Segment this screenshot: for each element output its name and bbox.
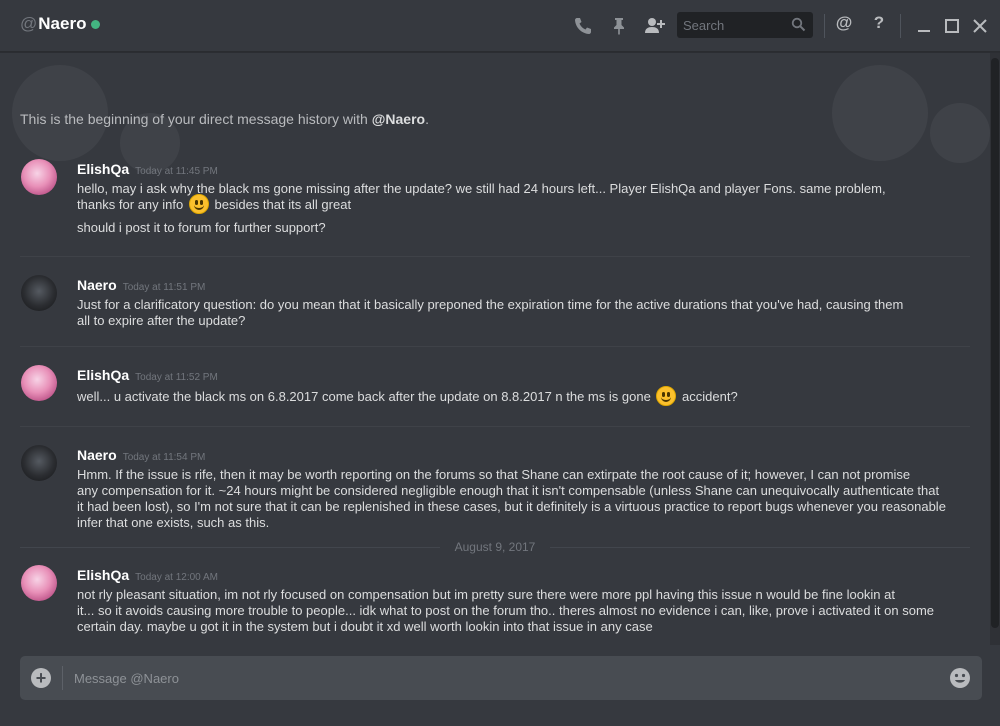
header-divider <box>824 14 825 38</box>
smiley-emoji-icon <box>188 194 209 215</box>
message-content: not rly pleasant situation, im not rly f… <box>77 587 935 634</box>
intro-handle: @Naero <box>371 111 426 127</box>
phone-icon[interactable] <box>571 14 595 38</box>
message-author[interactable]: ElishQa Today at 11:45 PM <box>77 161 218 177</box>
smiley-emoji-icon <box>656 386 677 407</box>
window-controls-divider <box>900 14 901 38</box>
message-content: Just for a clarificatory question: do yo… <box>77 297 904 328</box>
search-icon[interactable] <box>791 17 806 37</box>
date-divider: August 9, 2017 <box>20 540 970 554</box>
message-content: well... u activate the black ms on 6.8.2… <box>77 386 962 407</box>
search-input[interactable] <box>683 17 787 33</box>
message-timestamp: Today at 11:51 PM <box>122 282 206 293</box>
message-timestamp: Today at 12:00 AM <box>135 572 218 583</box>
dm-intro-text: This is the beginning of your direct mes… <box>20 111 429 127</box>
avatar[interactable] <box>21 445 57 481</box>
message-list[interactable]: This is the beginning of your direct mes… <box>0 53 990 645</box>
message-separator <box>20 426 970 427</box>
message-content: Hmm. If the issue is rife, then it may b… <box>77 467 946 530</box>
close-icon[interactable] <box>968 14 992 38</box>
mention-icon[interactable]: @ <box>834 13 854 33</box>
message-timestamp: Today at 11:45 PM <box>135 166 218 177</box>
search-box[interactable] <box>677 12 813 38</box>
message-author[interactable]: Naero Today at 11:51 PM <box>77 277 205 293</box>
maximize-icon[interactable] <box>940 14 964 38</box>
help-icon[interactable]: ? <box>869 13 889 33</box>
avatar[interactable] <box>21 565 57 601</box>
avatar[interactable] <box>21 365 57 401</box>
message-content: hello, may i ask why the black ms gone m… <box>77 181 886 236</box>
dm-title: @ Naero <box>20 14 101 34</box>
pin-icon[interactable] <box>607 14 631 38</box>
avatar[interactable] <box>21 159 57 195</box>
message-separator <box>20 256 970 257</box>
scrollbar-thumb[interactable] <box>991 58 999 628</box>
online-status-dot <box>91 20 101 29</box>
dm-username: Naero <box>38 14 87 33</box>
message-separator <box>20 346 970 347</box>
message-timestamp: Today at 11:54 PM <box>122 452 206 463</box>
composer-divider <box>62 666 63 690</box>
message-author[interactable]: ElishQa Today at 12:00 AM <box>77 567 218 583</box>
add-user-icon[interactable] <box>643 14 667 38</box>
message-author[interactable]: ElishQa Today at 11:52 PM <box>77 367 218 383</box>
minimize-icon[interactable] <box>912 14 936 38</box>
channel-header: @ Naero @ ? <box>0 0 1000 52</box>
at-symbol: @ <box>20 14 38 33</box>
avatar[interactable] <box>21 275 57 311</box>
emoji-picker-icon[interactable] <box>949 667 971 694</box>
message-author[interactable]: Naero Today at 11:54 PM <box>77 447 205 463</box>
add-attachment-icon[interactable]: + <box>31 668 51 688</box>
message-composer: + <box>20 656 982 700</box>
message-timestamp: Today at 11:52 PM <box>135 372 218 383</box>
message-input[interactable] <box>74 668 934 688</box>
